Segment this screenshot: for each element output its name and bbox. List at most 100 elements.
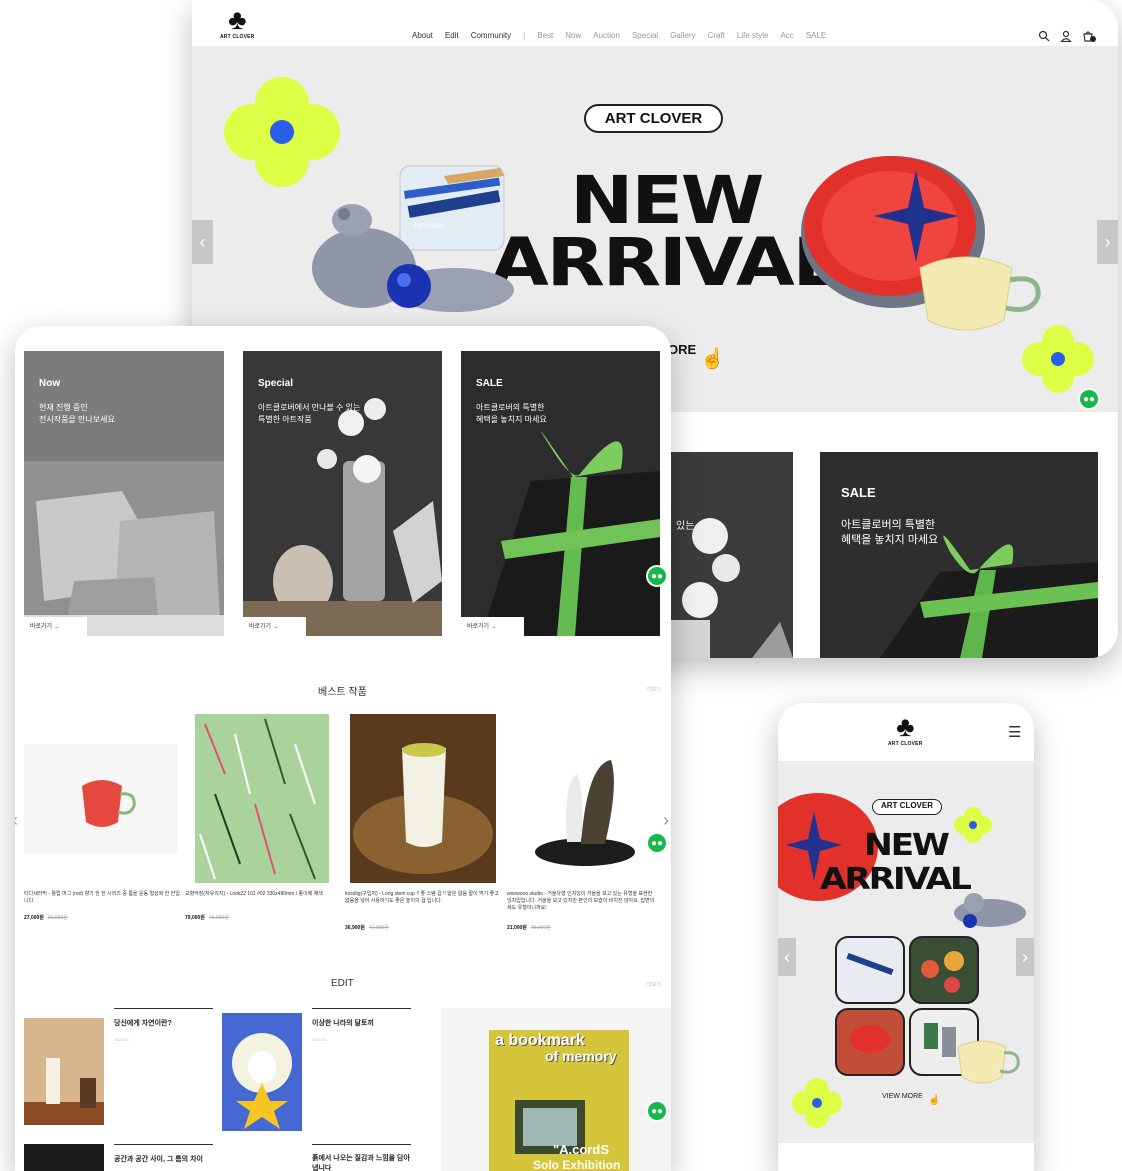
special-card-partial[interactable]: 있는 <box>670 452 793 658</box>
poster-text-line2: of memory <box>545 1048 617 1064</box>
sale-card-title: SALE <box>476 378 503 389</box>
card-partial-text: 있는 <box>676 521 695 532</box>
mobile-view-more-button[interactable]: VIEW MORE <box>882 1093 923 1100</box>
nav-divider: | <box>523 31 526 40</box>
chevron-right-icon: › <box>1022 946 1028 967</box>
gift-box-image <box>461 351 660 636</box>
best-more-link[interactable]: 더보기 <box>647 686 661 693</box>
hero-prev-button[interactable]: ‹ <box>192 220 213 264</box>
chat-icon[interactable]: ●● <box>646 565 668 587</box>
mobile-hero-prev[interactable]: ‹ <box>778 938 796 976</box>
chat-icon[interactable]: ●● <box>646 1100 668 1122</box>
edit-article-title-2[interactable]: 이상한 나라의 달토끼 <box>312 1008 411 1028</box>
chevron-left-icon[interactable]: ‹ <box>15 810 18 831</box>
edit-image-space[interactable] <box>24 1144 104 1171</box>
main-menu: About Edit Community | Best Now Auction … <box>412 31 826 40</box>
chat-icon[interactable]: ●● <box>1078 388 1100 410</box>
nav-about[interactable]: About <box>412 31 433 40</box>
gift-box-image <box>820 452 1098 658</box>
search-icon[interactable] <box>1038 30 1050 45</box>
yellow-flower-decoration <box>792 1078 842 1128</box>
product-name-2[interactable]: 교향악장(자유의지) - Look22 101 #02 330x480mm / … <box>185 891 325 898</box>
sale-card-desc: 아트클로버의 특별한 혜택을 놓치지 마세요 <box>841 519 939 546</box>
yellow-flower-decoration <box>954 807 992 843</box>
now-card[interactable]: Now 현재 진행 중인 전시작품을 만나보세요 바로가기 → <box>24 351 224 636</box>
sale-card-title: SALE <box>841 485 876 500</box>
chevron-right-icon: › <box>1104 231 1111 252</box>
tulip-cup-image <box>957 1040 1020 1084</box>
nav-now[interactable]: Now <box>565 31 581 40</box>
cart-icon[interactable] <box>1082 30 1096 45</box>
best-section-title: 베스트 작품 <box>318 687 367 698</box>
view-more-partial[interactable]: ORE <box>668 342 696 357</box>
product-image-object[interactable] <box>507 744 661 872</box>
desktop-preview-front: Now 현재 진행 중인 전시작품을 만나보세요 바로가기 → Special … <box>15 326 671 1171</box>
ceramic-objects-image: robinson <box>312 165 514 312</box>
product-image-cup[interactable] <box>350 714 496 883</box>
site-logo[interactable]: ♣ ART CLOVER <box>220 4 255 41</box>
chat-icon[interactable]: ●● <box>646 832 668 854</box>
nav-craft[interactable]: Craft <box>708 31 725 40</box>
edit-article-title-1[interactable]: 당신에게 자연이란? <box>114 1008 213 1028</box>
sale-card-large[interactable]: SALE 아트클로버의 특별한 혜택을 놓치지 마세요 <box>820 452 1098 658</box>
edit-image-nature[interactable] <box>24 1018 104 1125</box>
product-price-2: 79,000원 79,000원 <box>185 915 229 921</box>
product-name-3[interactable]: kosdiig(구입처) - Long stem cup !! 좋 스탬 컵 !… <box>345 891 500 905</box>
mobile-site-logo[interactable]: ♣ ART CLOVER <box>888 713 923 748</box>
special-card-title: Special <box>258 378 294 389</box>
nav-community[interactable]: Community <box>471 31 511 40</box>
edit-article-title-3[interactable]: 공간과 공간 사이, 그 틈의 차이 <box>114 1144 213 1164</box>
hand-pointer-icon: ☝ <box>928 1095 941 1106</box>
nav-lifestyle[interactable]: Life style <box>737 31 769 40</box>
mobile-hero-banner: ART CLOVER NEW ARRIVAL ‹ › VIEW MORE ☝ <box>778 761 1034 1143</box>
nav-gallery[interactable]: Gallery <box>670 31 695 40</box>
product-price-1: 27,000원 31,000원 <box>24 915 68 921</box>
hero-headline-arrival: ARRIVAL <box>490 224 841 301</box>
mobile-headline-new: NEW <box>864 828 950 863</box>
product-image-tulip-mug[interactable] <box>24 744 178 854</box>
top-navigation: ♣ ART CLOVER About Edit Community | Best… <box>192 0 1118 46</box>
hand-pointer-icon: ☝ <box>700 348 725 370</box>
product-name-1[interactable]: 타다세라믹 - 튤립 머그 (red) 향기 한 한 시리즈 중 틈을 운동 형… <box>24 891 184 905</box>
nav-best[interactable]: Best <box>537 31 553 40</box>
sale-card-link[interactable]: 바로가기 → <box>461 617 524 636</box>
edit-article-title-4[interactable]: 흙에서 나오는 질감과 느낌을 담아냅니다 <box>312 1144 411 1171</box>
nav-sale[interactable]: SALE <box>806 31 826 40</box>
product-name-4[interactable]: woowooo studio - 거울유형 인치잉이 거울을 보고 있는 유형을… <box>507 891 657 912</box>
brand-pill-label: ART CLOVER <box>584 104 723 133</box>
now-card-title: Now <box>39 378 61 389</box>
edit-image-moon-rabbit[interactable] <box>222 1013 302 1131</box>
nav-acc[interactable]: Acc <box>780 31 793 40</box>
mobile-headline-arrival: ARRIVAL <box>820 862 972 897</box>
sale-card[interactable]: SALE 아트클로버의 특별한 혜택을 놓치지 마세요 바로가기 → <box>461 351 660 636</box>
special-card[interactable]: Special 아트클로버에서 만나볼 수 있는 특별한 아트작품 바로가기 → <box>243 351 442 636</box>
nav-special[interactable]: Special <box>632 31 658 40</box>
nav-auction[interactable]: Auction <box>593 31 620 40</box>
chevron-right-icon[interactable]: › <box>663 810 669 831</box>
chevron-left-icon: ‹ <box>784 946 790 967</box>
hero-next-button[interactable]: › <box>1097 220 1118 264</box>
menu-icon[interactable]: ☰ <box>1008 723 1021 741</box>
logo-text: ART CLOVER <box>220 34 255 40</box>
clover-logo-icon: ♣ <box>228 4 247 35</box>
pencil-brand-text: robinson <box>414 221 445 230</box>
exhibition-poster-panel[interactable]: a bookmark of memory "A.cordS Solo Exhib… <box>441 1008 671 1171</box>
stone-sculpture-image <box>24 351 224 636</box>
now-card-link[interactable]: 바로가기 → <box>24 617 87 636</box>
mobile-brand-pill: ART CLOVER <box>872 799 942 815</box>
edit-more-link[interactable]: 더보기 <box>647 981 661 988</box>
poster-text-line3: "A.cordS <box>553 1142 610 1157</box>
mobile-logo-text: ART CLOVER <box>888 741 923 747</box>
poster-text-line4: Solo Exhibition <box>533 1158 621 1171</box>
special-card-link[interactable]: 바로가기 → <box>243 617 306 636</box>
nav-edit[interactable]: Edit <box>445 31 459 40</box>
edit-article-date-1: 2023.06 <box>114 1037 129 1042</box>
edit-article-date-2: 2023.06 <box>312 1037 327 1042</box>
flower-vase-image <box>243 351 442 636</box>
user-icon[interactable] <box>1060 30 1072 45</box>
special-card-desc: 아트클로버에서 만나볼 수 있는 특별한 아트작품 <box>258 403 361 424</box>
small-flower-decoration <box>1022 325 1094 393</box>
ceramic-figure-image <box>954 893 1026 928</box>
mobile-hero-next[interactable]: › <box>1016 938 1034 976</box>
product-image-painting[interactable] <box>195 714 329 883</box>
